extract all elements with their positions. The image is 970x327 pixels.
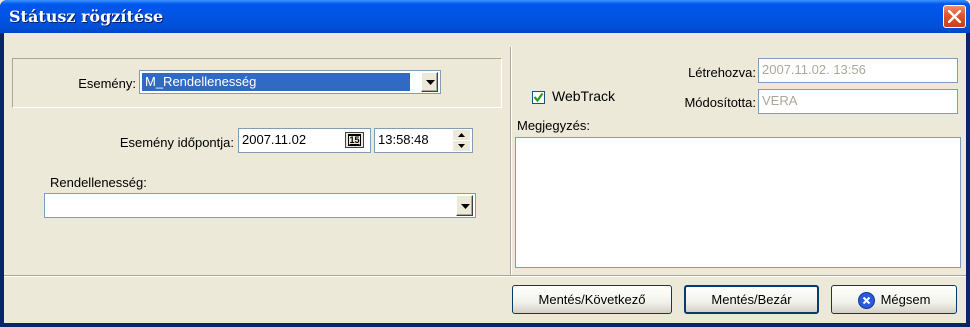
webtrack-checkbox[interactable]: [532, 91, 545, 104]
time-field[interactable]: 13:58:48: [374, 128, 473, 153]
spin-down-button[interactable]: [453, 141, 470, 151]
titlebar[interactable]: Státusz rögzítése: [0, 0, 970, 33]
spin-up-button[interactable]: [453, 130, 470, 140]
column-divider: [510, 47, 512, 275]
time-value: 13:58:48: [378, 132, 429, 147]
modified-field: VERA: [758, 89, 958, 114]
event-time-label: Esemény időpontja:: [119, 135, 234, 150]
dialog-window: Státusz rögzítése Esemény: M_Rendellenes…: [0, 0, 970, 327]
window-title: Státusz rögzítése: [9, 7, 164, 26]
irregularity-label: Rendellenesség:: [50, 175, 147, 190]
chevron-up-icon: [458, 133, 465, 137]
webtrack-label[interactable]: WebTrack: [552, 88, 615, 104]
irregularity-dropdown-button[interactable]: [456, 195, 473, 216]
save-next-label: Mentés/Következő: [538, 292, 646, 307]
save-close-button[interactable]: Mentés/Bezár: [684, 285, 819, 314]
modified-label: Módosította:: [684, 95, 756, 110]
note-label: Megjegyzés:: [517, 118, 590, 133]
date-field[interactable]: 2007.11.02 15: [238, 128, 371, 153]
cancel-label: Mégsem: [880, 292, 931, 307]
modified-value: VERA: [762, 93, 798, 108]
event-label: Esemény:: [78, 76, 136, 91]
close-button[interactable]: [943, 5, 966, 28]
time-spinner[interactable]: [453, 130, 470, 151]
cancel-button[interactable]: Mégsem: [831, 285, 957, 314]
created-value: 2007.11.02. 13:56: [762, 62, 866, 77]
created-field: 2007.11.02. 13:56: [758, 58, 958, 83]
event-dropdown-button[interactable]: [421, 72, 438, 92]
save-next-button[interactable]: Mentés/Következő: [512, 285, 672, 314]
save-close-label: Mentés/Bezár: [711, 292, 792, 307]
check-icon: [533, 92, 544, 103]
chevron-down-icon: [458, 144, 465, 148]
calendar-icon: 15: [348, 134, 361, 146]
event-select[interactable]: M_Rendellenesség: [139, 70, 441, 94]
date-value: 2007.11.02: [242, 132, 307, 147]
calendar-button[interactable]: 15: [345, 132, 364, 148]
chevron-down-icon: [426, 80, 435, 85]
footer-divider: [4, 275, 966, 277]
irregularity-select[interactable]: [44, 193, 476, 218]
dialog-client: Esemény: M_Rendellenesség Esemény időpon…: [4, 33, 966, 323]
note-textarea[interactable]: [515, 137, 961, 268]
chevron-down-icon: [461, 204, 470, 209]
cancel-x-icon: [857, 291, 875, 310]
event-select-value: M_Rendellenesség: [145, 74, 257, 89]
created-label: Létrehozva:: [688, 65, 756, 80]
